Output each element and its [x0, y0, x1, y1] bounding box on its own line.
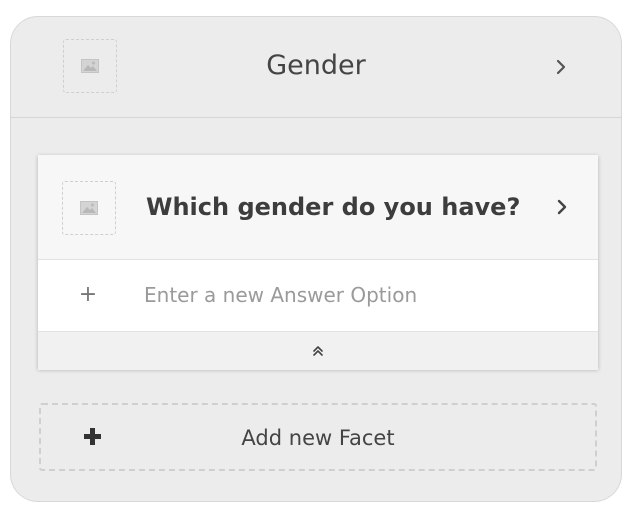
facet-card: Gender Which gender do you have? + Enter… [10, 16, 622, 502]
question-open-button[interactable] [552, 197, 572, 217]
add-new-facet-label: Add new Facet [241, 426, 395, 450]
image-icon [80, 201, 98, 215]
answer-option-input[interactable] [144, 278, 544, 312]
double-chevron-up-icon [313, 346, 323, 356]
image-icon [81, 59, 99, 73]
answer-option-row: + [38, 260, 598, 330]
question-card: Which gender do you have? + [38, 155, 598, 370]
plus-icon [84, 428, 101, 445]
add-new-facet-button[interactable]: Add new Facet [39, 403, 597, 471]
facet-header[interactable]: Gender [11, 17, 621, 118]
question-image-placeholder[interactable] [62, 181, 116, 235]
chevron-right-icon [557, 199, 567, 215]
chevron-right-icon [556, 59, 566, 75]
question-row[interactable]: Which gender do you have? [38, 155, 598, 260]
collapse-question-button[interactable] [38, 331, 598, 370]
facet-image-placeholder[interactable] [63, 39, 117, 93]
question-text: Which gender do you have? [146, 193, 521, 221]
add-answer-icon: + [78, 282, 98, 307]
facet-title: Gender [266, 50, 366, 81]
facet-open-button[interactable] [551, 57, 571, 77]
